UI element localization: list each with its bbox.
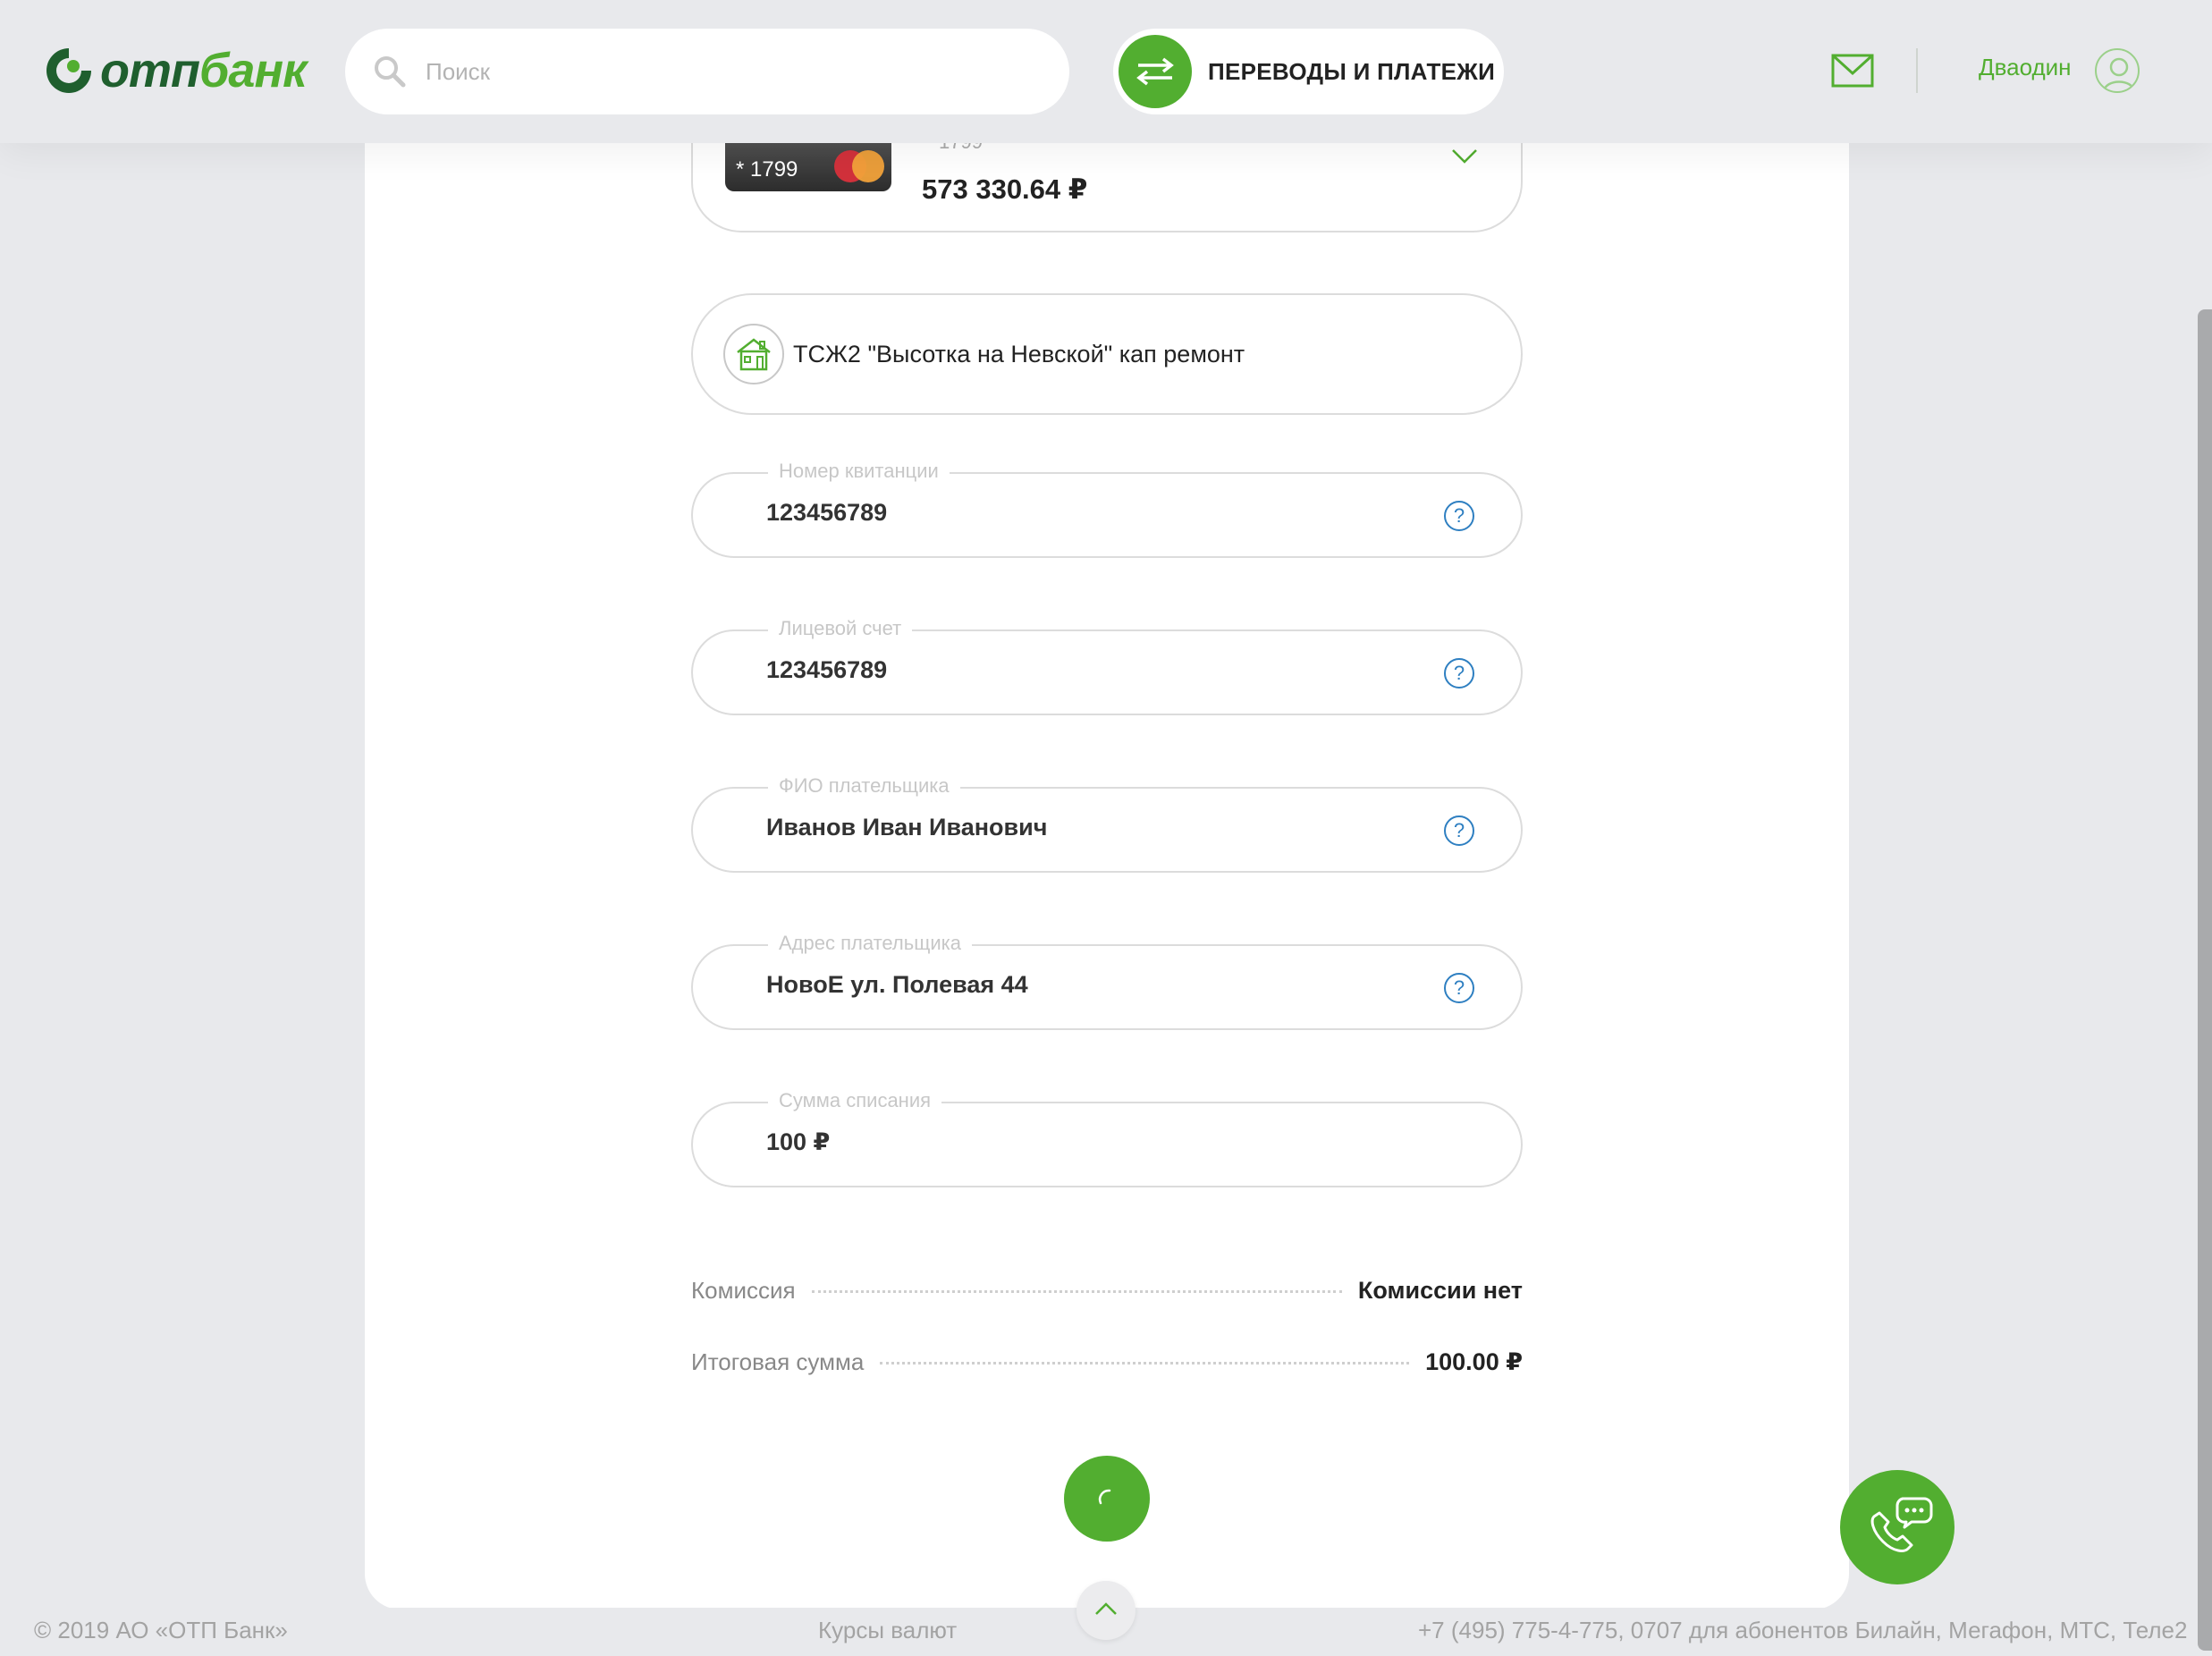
card-balance: 573 330.64 ₽ (922, 173, 1088, 205)
receipt-number-value[interactable]: 123456789 (766, 499, 887, 527)
personal-account-label: Лицевой счет (768, 615, 913, 642)
scroll-to-top-button[interactable] (1076, 1581, 1136, 1640)
page-scrollbar[interactable] (2198, 309, 2212, 1651)
receipt-number-field[interactable]: Номер квитанции 123456789 ? (691, 458, 1523, 558)
search-icon (372, 54, 408, 89)
otp-logo-mark-icon (43, 45, 95, 97)
commission-label: Комиссия (691, 1277, 796, 1304)
transfers-payments-button[interactable]: ПЕРЕВОДЫ И ПЛАТЕЖИ (1113, 29, 1504, 114)
payer-name-field[interactable]: ФИО плательщика Иванов Иван Иванович ? (691, 773, 1523, 873)
payer-address-field[interactable]: Адрес плательщика НовоЕ ул. Полевая 44 ? (691, 930, 1523, 1030)
logo-text-suffix: банк (199, 44, 307, 97)
receipt-number-label: Номер квитанции (768, 458, 950, 485)
commission-value: Комиссии нет (1357, 1277, 1523, 1304)
amount-field[interactable]: Сумма списания 100 ₽ (691, 1087, 1523, 1187)
top-header: отпбанк ПЕРЕВОДЫ И ПЛАТЕЖИ Дваодин (0, 0, 2212, 143)
personal-account-field[interactable]: Лицевой счет 123456789 ? (691, 615, 1523, 715)
commission-row: Комиссия Комиссии нет (691, 1277, 1523, 1313)
chevron-up-icon (1094, 1601, 1118, 1620)
dotted-leader (880, 1362, 1410, 1365)
amount-value[interactable]: 100 ₽ (766, 1128, 830, 1156)
dotted-leader (811, 1290, 1342, 1293)
transfer-arrows-icon (1119, 35, 1192, 108)
card-thumbnail-number: * 1799 (736, 157, 798, 182)
submit-payment-button[interactable] (1064, 1456, 1150, 1542)
help-icon[interactable]: ? (1444, 658, 1474, 689)
user-avatar-icon[interactable] (2095, 48, 2140, 93)
transfers-payments-label: ПЕРЕВОДЫ И ПЛАТЕЖИ (1208, 57, 1496, 85)
mail-icon[interactable] (1831, 54, 1874, 88)
total-label: Итоговая сумма (691, 1348, 865, 1375)
payer-address-label: Адрес плательщика (768, 930, 972, 957)
chevron-down-icon[interactable] (1449, 141, 1480, 172)
payer-name-label: ФИО плательщика (768, 773, 960, 799)
help-icon[interactable]: ? (1444, 501, 1474, 531)
mastercard-logo-yellow (852, 150, 884, 182)
personal-account-value[interactable]: 123456789 (766, 656, 887, 684)
spinner-icon (1093, 1483, 1120, 1515)
otp-bank-logo[interactable]: отпбанк (43, 43, 307, 98)
logo-text: отпбанк (100, 43, 307, 98)
search-input[interactable] (426, 57, 1007, 86)
total-value: 100.00 ₽ (1425, 1348, 1523, 1375)
phone-chat-icon (1862, 1493, 1933, 1562)
header-divider (1916, 48, 1918, 93)
footer-exchange-rates-link[interactable]: Курсы валют (818, 1617, 957, 1644)
support-chat-button[interactable] (1840, 1470, 1954, 1584)
payer-name-value[interactable]: Иванов Иван Иванович (766, 814, 1047, 841)
help-icon[interactable]: ? (1444, 815, 1474, 846)
payer-address-value[interactable]: НовоЕ ул. Полевая 44 (766, 971, 1028, 999)
search-bar[interactable] (345, 29, 1069, 114)
user-name-link[interactable]: Дваодин (1979, 54, 2072, 81)
footer-copyright: © 2019 АО «ОТП Банк» (34, 1617, 288, 1643)
recipient-name: ТСЖ2 "Высотка на Невской" кап ремонт (793, 340, 1245, 368)
amount-label: Сумма списания (768, 1087, 942, 1114)
logo-text-prefix: отп (100, 44, 200, 97)
total-row: Итоговая сумма 100.00 ₽ (691, 1348, 1523, 1384)
recipient-selector[interactable]: ТСЖ2 "Высотка на Невской" кап ремонт (691, 293, 1523, 415)
help-icon[interactable]: ? (1444, 973, 1474, 1003)
footer-phone: +7 (495) 775-4-775, 0707 для абонентов Б… (1418, 1617, 2188, 1643)
house-icon (723, 324, 784, 384)
